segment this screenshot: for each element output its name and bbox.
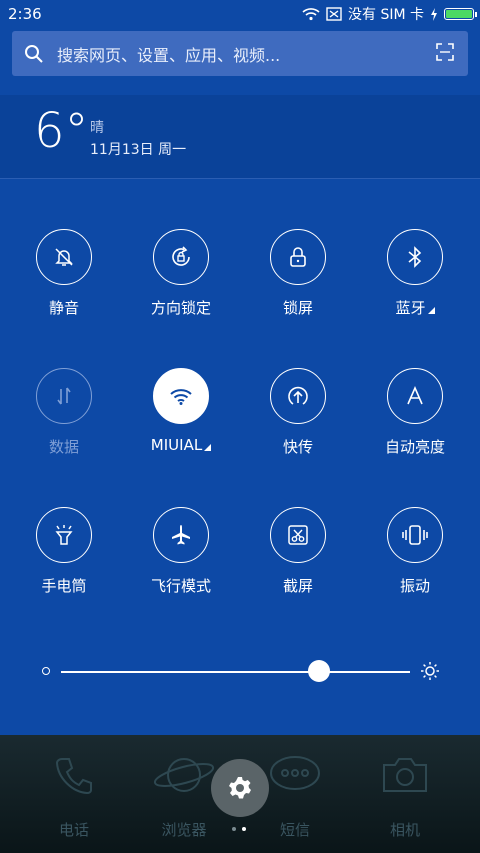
scan-icon[interactable] (436, 43, 454, 61)
dock-label: 浏览器 (161, 821, 207, 839)
toggle-label: 蓝牙 (360, 297, 470, 318)
vibrate-icon (402, 524, 428, 546)
brightness-slider[interactable] (0, 655, 480, 689)
toggle-bluetooth[interactable]: 蓝牙 (360, 229, 470, 318)
battery-icon (444, 8, 477, 20)
airplane-button[interactable] (153, 507, 209, 563)
auto-brightness-button[interactable] (387, 368, 443, 424)
toggle-label: MIUIAL (126, 436, 236, 454)
search-placeholder: 搜索网页、设置、应用、视频... (57, 45, 281, 65)
data-button[interactable] (36, 368, 92, 424)
status-bar: 2:36 没有 SIM 卡 (0, 0, 480, 28)
phone-icon (52, 753, 96, 797)
toggle-auto-brightness[interactable]: 自动亮度 (360, 368, 470, 457)
slider-track[interactable] (61, 671, 410, 673)
toggle-label: 飞行模式 (150, 577, 211, 595)
toggle-vibrate[interactable]: 振动 (360, 507, 470, 596)
settings-button[interactable] (211, 759, 269, 817)
toggle-data[interactable]: 数据 (9, 368, 119, 457)
toggle-label: 自动亮度 (384, 438, 445, 456)
airplane-icon (169, 523, 193, 547)
page-indicator (232, 827, 246, 831)
lock-icon (288, 246, 308, 268)
no-sim-icon (326, 7, 342, 21)
page-dot-active (242, 827, 246, 831)
bluetooth-icon (407, 246, 423, 268)
brightness-low-icon (42, 667, 50, 675)
gear-icon (228, 776, 252, 800)
toggle-screenshot[interactable]: 截屏 (243, 507, 353, 596)
wifi-button[interactable] (153, 368, 209, 424)
flashlight-icon (53, 523, 75, 547)
toggle-wifi[interactable]: MIUIAL (126, 368, 236, 454)
weather-widget[interactable]: 6° 晴 11月13日 周一 (0, 95, 480, 179)
bluetooth-button[interactable] (387, 229, 443, 285)
home-dock: 电话 浏览器 短信 相机 (0, 735, 480, 853)
toggle-label: 数据 (48, 438, 79, 456)
dock-camera[interactable]: 相机 (355, 753, 455, 840)
wifi-icon (169, 386, 193, 406)
toggle-rotation-lock[interactable]: 方向锁定 (126, 229, 236, 318)
toggle-label: 振动 (399, 577, 430, 595)
toggle-label: 截屏 (282, 577, 313, 595)
status-time: 2:36 (8, 5, 42, 23)
lock-screen-button[interactable] (270, 229, 326, 285)
dock-label: 短信 (279, 821, 310, 839)
toggle-label: 锁屏 (282, 299, 313, 317)
toggle-label: 方向锁定 (150, 299, 211, 317)
rotation-lock-icon (169, 245, 193, 269)
camera-icon (380, 753, 430, 797)
toggle-quick-transfer[interactable]: 快传 (243, 368, 353, 457)
upload-circle-icon (285, 383, 311, 409)
charging-icon (430, 7, 438, 21)
toggle-silent[interactable]: 静音 (9, 229, 119, 318)
toggle-label: 手电筒 (41, 577, 87, 595)
status-icons: 没有 SIM 卡 (302, 4, 477, 24)
toggle-flashlight[interactable]: 手电筒 (9, 507, 119, 596)
carrier-text: 没有 SIM 卡 (348, 7, 424, 23)
scissors-icon (287, 524, 309, 546)
page-dot (232, 827, 236, 831)
screenshot-button[interactable] (270, 507, 326, 563)
more-indicator-icon (427, 307, 435, 314)
data-arrows-icon (54, 385, 74, 407)
quick-transfer-button[interactable] (270, 368, 326, 424)
dock-phone[interactable]: 电话 (24, 753, 124, 840)
vibrate-button[interactable] (387, 507, 443, 563)
more-indicator-icon (204, 444, 212, 451)
sun-icon (420, 661, 440, 681)
wifi-icon (302, 7, 320, 21)
toggle-lock-screen[interactable]: 锁屏 (243, 229, 353, 318)
rotation-lock-button[interactable] (153, 229, 209, 285)
toggle-airplane[interactable]: 飞行模式 (126, 507, 236, 596)
weather-condition: 晴 (90, 120, 104, 136)
notification-panel: 2:36 没有 SIM 卡 搜索网页、设置、应用、视频... 6° 晴 11月1… (0, 0, 480, 735)
toggle-label: 静音 (48, 299, 79, 317)
browser-planet-icon (152, 753, 216, 797)
silent-button[interactable] (36, 229, 92, 285)
temperature: 6° (34, 103, 89, 159)
slider-thumb[interactable] (308, 660, 331, 682)
search-bar[interactable]: 搜索网页、设置、应用、视频... (12, 31, 468, 76)
search-icon (24, 44, 44, 64)
auto-a-icon (405, 386, 425, 406)
bell-off-icon (53, 246, 75, 268)
chat-bubble-icon (268, 753, 322, 797)
dock-label: 相机 (389, 821, 420, 839)
toggle-label: 快传 (282, 438, 313, 456)
dock-label: 电话 (58, 821, 89, 839)
flashlight-button[interactable] (36, 507, 92, 563)
weather-date: 11月13日 周一 (90, 142, 187, 158)
